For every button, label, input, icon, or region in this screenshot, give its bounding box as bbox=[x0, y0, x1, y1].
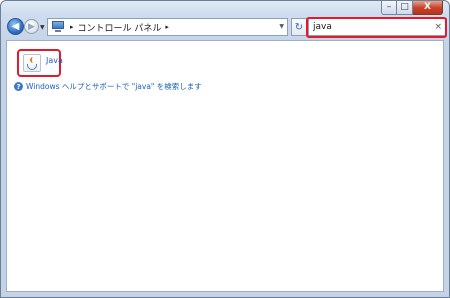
forward-arrow-icon: ▶ bbox=[28, 21, 35, 32]
maximize-button[interactable]: □ bbox=[397, 1, 413, 15]
help-icon: ? bbox=[14, 82, 23, 91]
result-label[interactable]: Java bbox=[46, 56, 63, 65]
close-icon: X bbox=[424, 2, 431, 12]
minimize-button[interactable]: – bbox=[381, 1, 397, 15]
results-pane: Java ? Windows ヘルプとサポートで "java" を検索します bbox=[6, 40, 444, 292]
clear-search-icon[interactable]: × bbox=[434, 22, 442, 32]
close-button[interactable]: X bbox=[413, 1, 443, 15]
result-item-java[interactable]: Java bbox=[17, 49, 63, 77]
help-link-text[interactable]: Windows ヘルプとサポートで "java" を検索します bbox=[26, 81, 202, 92]
breadcrumb-chevron-icon[interactable]: ▸ bbox=[165, 23, 169, 31]
breadcrumb-item-control-panel[interactable]: コントロール パネル bbox=[78, 21, 162, 34]
java-icon bbox=[23, 54, 41, 72]
address-bar[interactable]: ▸ コントロール パネル ▸ ▼ bbox=[47, 18, 288, 36]
control-panel-window: – □ X ◀ ▶ ▼ ▸ コントロール パネル ▸ ▼ ↻ × Java ? … bbox=[0, 0, 450, 298]
refresh-icon: ↻ bbox=[294, 21, 304, 33]
search-box[interactable]: × bbox=[308, 18, 447, 36]
control-panel-icon bbox=[52, 21, 66, 33]
back-arrow-icon: ◀ bbox=[11, 21, 20, 32]
forward-button[interactable]: ▶ bbox=[24, 19, 39, 34]
minimize-icon: – bbox=[386, 2, 392, 12]
back-button[interactable]: ◀ bbox=[7, 18, 24, 35]
search-input[interactable] bbox=[313, 22, 423, 32]
address-dropdown-icon[interactable]: ▼ bbox=[279, 23, 284, 30]
caption-buttons: – □ X bbox=[381, 1, 443, 15]
breadcrumb-chevron-icon[interactable]: ▸ bbox=[70, 23, 74, 31]
navigation-bar: ◀ ▶ ▼ ▸ コントロール パネル ▸ ▼ ↻ × bbox=[1, 15, 449, 39]
recent-pages-dropdown[interactable]: ▼ bbox=[40, 24, 45, 31]
maximize-icon: □ bbox=[400, 2, 409, 12]
help-search-link[interactable]: ? Windows ヘルプとサポートで "java" を検索します bbox=[14, 81, 202, 92]
refresh-button[interactable]: ↻ bbox=[291, 18, 307, 36]
